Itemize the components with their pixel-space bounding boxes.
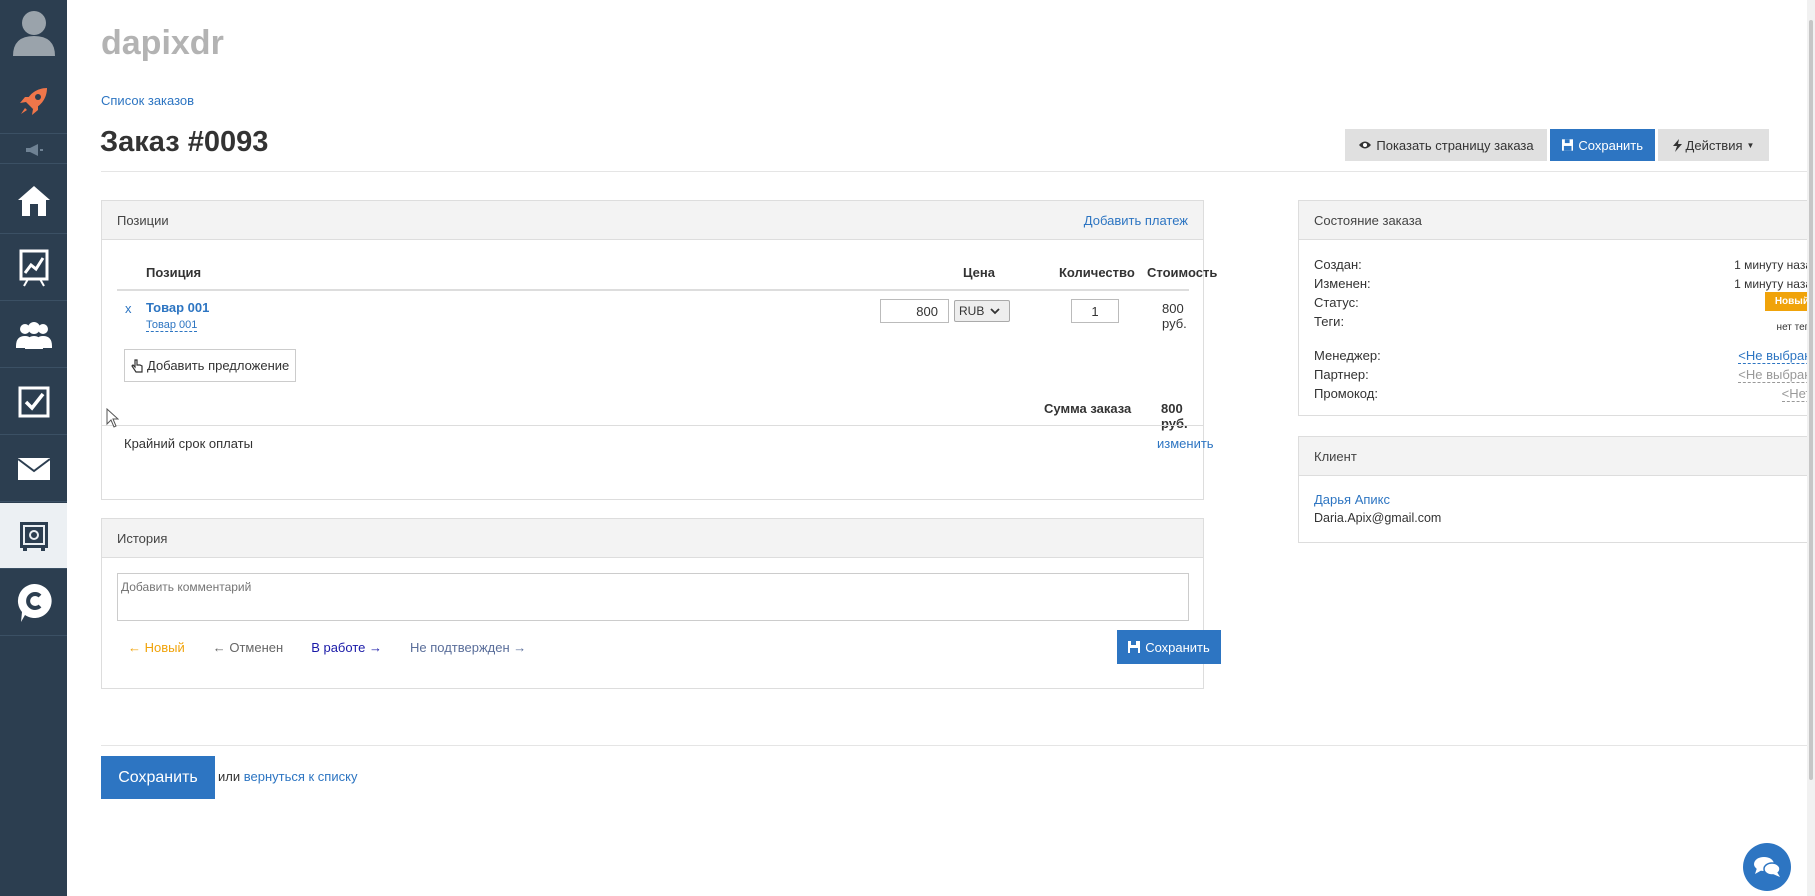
changed-value: 1 минуту назад — [1734, 277, 1815, 291]
currency-select[interactable]: RUB — [954, 300, 1010, 322]
page-title: Заказ #0093 — [100, 126, 269, 158]
app-title: dapixdr — [101, 24, 224, 62]
col-position-header: Позиция — [146, 265, 202, 280]
save-button[interactable]: Сохранить — [1550, 129, 1655, 161]
positions-title: Позиции — [117, 212, 169, 228]
footer-or: или — [218, 769, 241, 784]
remove-item-button[interactable]: x — [125, 301, 132, 316]
status-cancelled-link[interactable]: ← Отменен — [213, 640, 283, 655]
show-order-page-label: Показать страницу заказа — [1376, 137, 1534, 153]
add-offer-label: Добавить предложение — [147, 358, 290, 373]
breadcrumb-orders-link[interactable]: Список заказов — [101, 93, 194, 108]
status-new-link[interactable]: ← Новый — [128, 640, 185, 655]
order-sum-label: Сумма заказа — [1044, 401, 1132, 416]
eye-icon — [1359, 141, 1372, 149]
quantity-input[interactable] — [1071, 299, 1119, 323]
changed-label: Изменен: — [1314, 276, 1371, 291]
sum-divider — [102, 425, 1203, 426]
client-header: Клиент — [1299, 437, 1815, 476]
client-email: Daria.Apix@gmail.com — [1314, 511, 1442, 525]
created-label: Создан: — [1314, 257, 1362, 272]
hand-pointer-icon — [131, 358, 143, 373]
col-cost-header: Стоимость — [1147, 265, 1218, 280]
partner-label: Партнер: — [1314, 367, 1369, 382]
item-cost: 800 руб. — [1162, 301, 1187, 331]
history-save-button[interactable]: Сохранить — [1117, 630, 1221, 664]
change-deadline-link[interactable]: изменить — [1157, 436, 1214, 451]
manager-label: Менеджер: — [1314, 348, 1381, 363]
add-payment-link[interactable]: Добавить платеж — [1084, 213, 1188, 228]
home-icon[interactable] — [0, 168, 67, 234]
bolt-icon — [1672, 138, 1682, 152]
chat-widget-button[interactable] — [1743, 843, 1791, 891]
floppy-icon — [1562, 139, 1574, 151]
history-title: История — [117, 530, 168, 546]
order-state-panel: Состояние заказа Создан: 1 минуту назад … — [1298, 200, 1815, 416]
created-value: 1 минуту назад — [1734, 258, 1815, 272]
partner-select[interactable]: <Не выбран> — [1738, 367, 1815, 383]
floppy-icon — [1128, 641, 1141, 653]
main-content: dapixdr Список заказов Заказ #0093 Показ… — [67, 0, 1815, 896]
chart-icon[interactable] — [0, 235, 67, 301]
footer-save-button[interactable]: Сохранить — [101, 756, 215, 799]
back-to-list-link[interactable]: вернуться к списку — [244, 769, 358, 784]
status-in-work-link[interactable]: В работе → — [311, 640, 382, 655]
price-input[interactable] — [880, 299, 949, 323]
rocket-icon[interactable] — [0, 68, 67, 134]
status-transitions: ← Новый ← Отменен В работе → Не подтверж… — [128, 640, 526, 655]
positions-panel-header: Позиции Добавить платеж — [102, 201, 1203, 240]
col-price-header: Цена — [963, 265, 995, 280]
mail-icon[interactable] — [0, 436, 67, 502]
actions-dropdown-button[interactable]: Действия ▼ — [1658, 129, 1769, 161]
order-state-title: Состояние заказа — [1314, 212, 1422, 228]
comment-input[interactable] — [117, 573, 1189, 621]
safe-icon[interactable] — [0, 503, 67, 569]
title-divider — [101, 171, 1815, 172]
col-quantity-header: Количество — [1059, 265, 1135, 280]
client-panel: Клиент Дарья Апикс Daria.Apix@gmail.com — [1298, 436, 1815, 543]
top-toolbar: Показать страницу заказа Сохранить Дейст… — [1345, 129, 1769, 161]
status-unconfirmed-link[interactable]: Не подтвержден → — [410, 640, 526, 655]
partner-value: <Не выбран> — [1738, 367, 1815, 383]
currency-value: RUB — [959, 304, 985, 318]
footer-text: или вернуться к списку — [218, 769, 357, 784]
user-avatar-icon[interactable] — [0, 0, 67, 66]
chat-bubbles-icon — [1754, 857, 1781, 877]
payment-deadline-label: Крайний срок оплаты — [124, 436, 253, 451]
table-header-divider — [117, 289, 1189, 291]
manager-value: <Не выбран> — [1738, 348, 1815, 364]
save-label: Сохранить — [1578, 137, 1643, 153]
footer-divider — [101, 745, 1815, 746]
chevron-down-icon — [990, 307, 1000, 314]
history-panel: История ← Новый ← Отменен В работе → Не … — [101, 518, 1221, 689]
users-icon[interactable] — [0, 302, 67, 368]
page-scrollbar-thumb[interactable] — [1809, 20, 1813, 780]
order-state-header: Состояние заказа — [1299, 201, 1815, 240]
status-label: Статус: — [1314, 295, 1359, 310]
chat-logo-icon[interactable] — [0, 570, 67, 636]
sidebar — [0, 0, 67, 896]
positions-panel: Позиции Добавить платеж Позиция Цена Кол… — [101, 200, 1217, 500]
manager-select[interactable]: <Не выбран> — [1738, 348, 1815, 364]
client-name-link[interactable]: Дарья Апикс — [1314, 492, 1390, 507]
history-panel-header: История — [102, 519, 1203, 558]
client-title: Клиент — [1314, 448, 1357, 464]
actions-label: Действия — [1685, 137, 1743, 153]
megaphone-icon[interactable] — [0, 136, 67, 164]
item-offer-link[interactable]: Товар 001 — [146, 319, 198, 332]
tags-label: Теги: — [1314, 314, 1345, 329]
promo-label: Промокод: — [1314, 386, 1378, 401]
order-sum-value: 800 руб. — [1161, 401, 1188, 431]
item-name-link[interactable]: Товар 001 — [146, 300, 209, 315]
mouse-cursor-icon — [106, 407, 120, 431]
add-offer-button[interactable]: Добавить предложение — [124, 349, 297, 382]
caret-down-icon: ▼ — [1746, 140, 1755, 150]
history-save-label: Сохранить — [1145, 639, 1210, 655]
tasks-icon[interactable] — [0, 369, 67, 435]
show-order-page-button[interactable]: Показать страницу заказа — [1345, 129, 1547, 161]
